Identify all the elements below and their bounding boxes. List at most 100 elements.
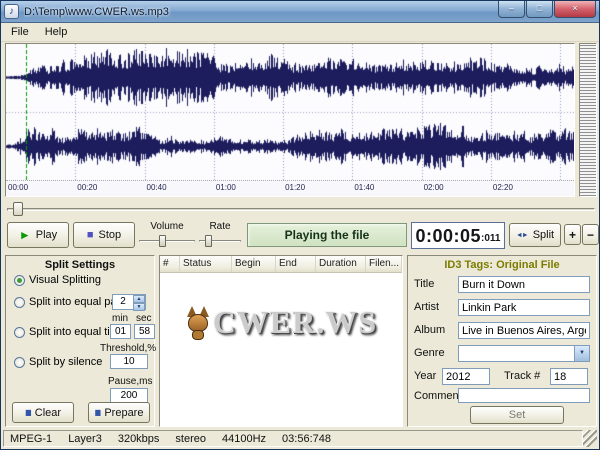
menu-help[interactable]: Help — [37, 24, 76, 40]
rate-label: Rate — [199, 221, 241, 232]
spin-up-icon[interactable]: ▲ — [133, 295, 145, 303]
genre-dropdown[interactable]: ▼ — [458, 345, 590, 362]
rate-control: Rate — [199, 221, 241, 248]
volume-groove — [139, 240, 195, 242]
close-button[interactable]: × — [554, 1, 596, 18]
radio-icon[interactable] — [14, 297, 25, 308]
stop-button[interactable]: ■ Stop — [73, 222, 135, 248]
seconds-field[interactable] — [134, 324, 155, 339]
status-bitrate: 320kbps — [118, 433, 160, 445]
year-field[interactable] — [442, 368, 490, 385]
radio-label: Visual Splitting — [29, 274, 101, 286]
level-meter[interactable] — [579, 43, 597, 197]
clear-label: Clear — [35, 407, 61, 419]
radio-icon[interactable] — [14, 357, 25, 368]
time-label: 00:40 — [145, 183, 167, 192]
transport-controls: ► Play ■ Stop Volume Rate Playing the fi… — [1, 221, 599, 251]
waveform-panel: 00:00 00:20 00:40 01:00 01:20 01:40 02:0… — [5, 43, 597, 197]
status-channels: stereo — [175, 433, 206, 445]
volume-thumb[interactable] — [159, 235, 166, 247]
column-begin[interactable]: Begin — [232, 256, 276, 272]
status-info: MPEG-1 Layer3 320kbps stereo 44100Hz 03:… — [3, 430, 583, 447]
minutes-field[interactable] — [110, 324, 131, 339]
status-duration: 03:56:748 — [282, 433, 331, 445]
split-settings-panel: Split Settings Visual Splitting Split in… — [5, 255, 155, 427]
pause-label: Pause,ms — [108, 376, 152, 387]
seek-thumb[interactable] — [13, 202, 23, 216]
id3-panel: ID3 Tags: Original File Title Artist Alb… — [407, 255, 597, 427]
playback-status: Playing the file — [247, 223, 407, 247]
genre-value — [459, 353, 574, 355]
radio-icon[interactable] — [14, 327, 25, 338]
time-main: 0:00:05 — [415, 227, 481, 245]
stop-icon: ■ — [87, 230, 94, 241]
status-samplerate: 44100Hz — [222, 433, 266, 445]
window-title: D:\Temp\www.CWER.ws.mp3 — [24, 6, 497, 18]
year-label: Year — [414, 370, 436, 382]
window-controls: – □ × — [497, 1, 596, 18]
stop-label: Stop — [99, 229, 122, 241]
waveform-canvas[interactable] — [6, 44, 574, 180]
radio-visual-splitting[interactable]: Visual Splitting — [14, 274, 101, 286]
comment-field[interactable] — [458, 388, 590, 403]
equal-parts-value[interactable]: 2 — [113, 295, 133, 309]
set-button[interactable]: Set — [470, 406, 564, 424]
status-layer: Layer3 — [68, 433, 102, 445]
threshold-field[interactable] — [110, 354, 148, 369]
radio-equal-time[interactable]: Split into equal time — [14, 326, 125, 338]
title-field[interactable] — [458, 276, 590, 293]
volume-control: Volume — [139, 221, 195, 248]
track-label: Track # — [504, 370, 540, 382]
column-duration[interactable]: Duration — [316, 256, 366, 272]
play-button[interactable]: ► Play — [7, 222, 69, 248]
minimize-button[interactable]: – — [498, 1, 525, 18]
artist-field[interactable] — [458, 299, 590, 316]
volume-slider[interactable] — [139, 234, 195, 248]
column-end[interactable]: End — [276, 256, 316, 272]
maximize-button[interactable]: □ — [526, 1, 553, 18]
zoom-in-button[interactable]: + — [564, 224, 581, 245]
prepare-label: Prepare — [104, 407, 143, 419]
resize-grip[interactable] — [583, 430, 597, 447]
column-status[interactable]: Status — [180, 256, 232, 272]
prepare-button[interactable]: ▮▮ Prepare — [88, 402, 150, 423]
column-number[interactable]: # — [160, 256, 180, 272]
genre-label: Genre — [414, 347, 445, 359]
equal-parts-spinner[interactable]: 2 ▲ ▼ — [112, 294, 146, 310]
waveform-display[interactable]: 00:00 00:20 00:40 01:00 01:20 01:40 02:0… — [5, 43, 575, 197]
time-label: 01:20 — [283, 183, 305, 192]
radio-split-by-silence[interactable]: Split by silence — [14, 356, 102, 368]
menu-file[interactable]: File — [3, 24, 37, 40]
clear-button[interactable]: ▮▮ Clear — [12, 402, 74, 423]
split-button[interactable]: ◄► Split — [509, 223, 561, 247]
volume-label: Volume — [139, 221, 195, 232]
album-label: Album — [414, 324, 445, 336]
threshold-label: Threshold,% — [100, 343, 156, 354]
time-milliseconds: :011 — [481, 233, 500, 245]
column-filename[interactable]: Filen... — [366, 256, 402, 272]
rate-slider[interactable] — [199, 234, 241, 248]
id3-title: ID3 Tags: Original File — [408, 259, 596, 271]
radio-icon[interactable] — [14, 275, 25, 286]
track-field[interactable] — [550, 368, 588, 385]
watermark: CWER.WS — [160, 304, 402, 341]
zoom-out-button[interactable]: − — [582, 224, 599, 245]
seek-slider[interactable] — [5, 201, 597, 217]
spin-down-icon[interactable]: ▼ — [133, 303, 145, 311]
time-label: 00:20 — [75, 183, 97, 192]
play-icon: ► — [19, 229, 31, 241]
time-display: 0:00:05 :011 — [411, 222, 505, 249]
min-label: min — [112, 313, 128, 324]
chevron-down-icon[interactable]: ▼ — [574, 346, 589, 361]
status-format: MPEG-1 — [10, 433, 52, 445]
rate-thumb[interactable] — [205, 235, 212, 247]
time-label: 01:40 — [352, 183, 374, 192]
watermark-text: CWER.WS — [213, 304, 377, 341]
segment-list[interactable]: # Status Begin End Duration Filen... CWE… — [159, 255, 403, 427]
title-label: Title — [414, 278, 434, 290]
split-settings-title: Split Settings — [6, 259, 154, 271]
split-icon: ◄► — [516, 232, 528, 239]
list-header: # Status Begin End Duration Filen... — [160, 256, 402, 273]
album-field[interactable] — [458, 322, 590, 339]
pause-field[interactable] — [110, 388, 148, 403]
